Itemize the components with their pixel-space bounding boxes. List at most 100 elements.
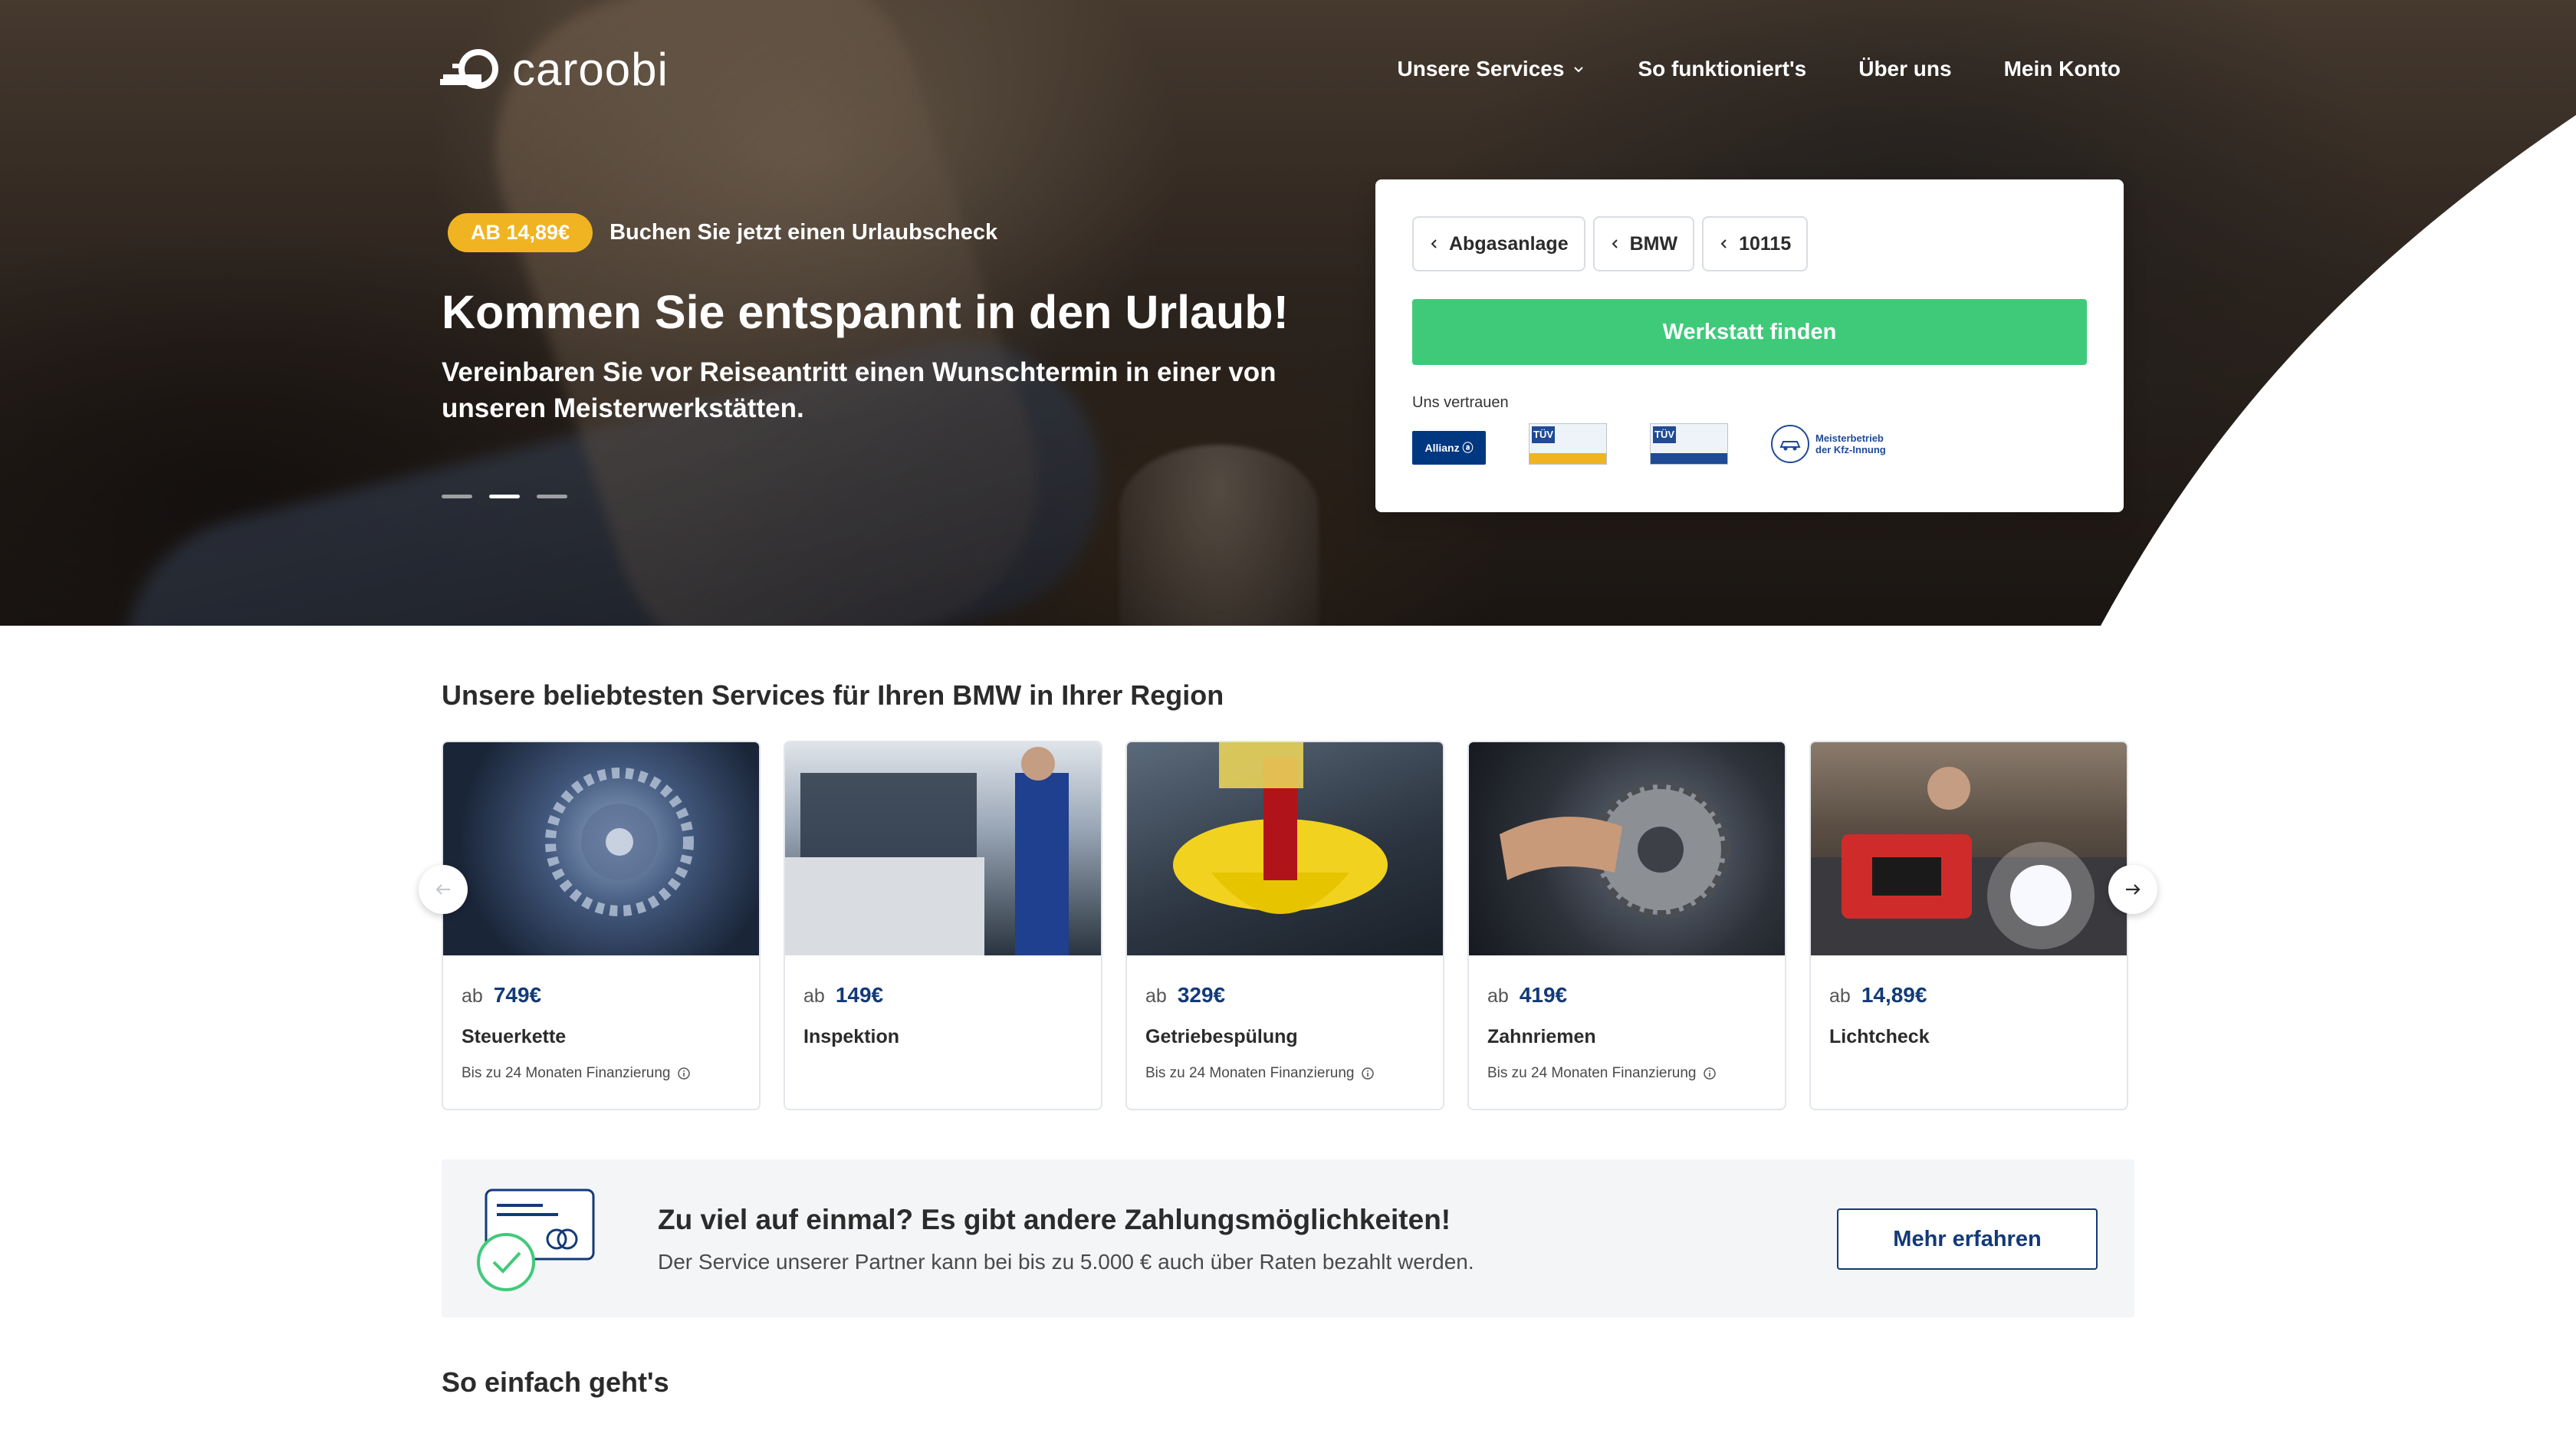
tuv-mark: TÜV: [1532, 426, 1555, 443]
info-icon[interactable]: [1703, 1067, 1717, 1080]
finance-text: Bis zu 24 Monaten Finanzierung: [462, 1065, 671, 1081]
service-card-getriebespuelung[interactable]: ab 329€ Getriebespülung Bis zu 24 Monate…: [1125, 741, 1444, 1110]
finance-note: Bis zu 24 Monaten Finanzierung: [1487, 1065, 1766, 1082]
nav-label: So funktioniert's: [1638, 57, 1807, 81]
price-value: 14,89€: [1861, 983, 1927, 1007]
service-image: [443, 742, 759, 955]
service-name: Steuerkette: [462, 1026, 567, 1047]
search-chips: Abgasanlage BMW 10115: [1412, 216, 1809, 271]
chip-label: Abgasanlage: [1449, 232, 1569, 255]
price-value: 419€: [1519, 983, 1568, 1007]
service-name: Getriebespülung: [1145, 1026, 1298, 1047]
service-card-inspektion[interactable]: ab 149€ Inspektion: [784, 741, 1102, 1110]
chevron-left-icon: [1720, 239, 1727, 248]
mechanic-illustration: [785, 747, 1069, 955]
finance-text: Bis zu 24 Monaten Finanzierung: [1487, 1065, 1697, 1081]
timing-belt-illustration: [1500, 780, 1730, 919]
price-row: ab 149€: [803, 983, 1083, 1008]
payment-subtitle: Der Service unserer Partner kann bei bis…: [658, 1250, 1474, 1274]
finance-note: Bis zu 24 Monaten Finanzierung: [462, 1065, 741, 1082]
caroobi-logo[interactable]: caroobi: [440, 44, 669, 95]
nav-so-funktionierts[interactable]: So funktioniert's: [1638, 57, 1806, 81]
info-icon[interactable]: [1361, 1067, 1375, 1080]
nav-unsere-services[interactable]: Unsere Services: [1398, 57, 1586, 81]
service-name: Inspektion: [803, 1026, 900, 1047]
main-nav: Unsere Services So funktioniert's Über u…: [1398, 57, 2121, 81]
tuv-seal: TÜV: [1650, 423, 1728, 465]
tuv-logo: TÜV: [1529, 423, 1607, 465]
service-image: [1469, 742, 1785, 955]
nav-ueber-uns[interactable]: Über uns: [1858, 57, 1951, 81]
service-image: [785, 742, 1101, 955]
nav-label: Über uns: [1858, 57, 1952, 81]
chain-gear-illustration: [545, 768, 694, 916]
service-name: Lichtcheck: [1829, 1026, 1930, 1047]
slider-dot[interactable]: [537, 495, 567, 498]
car-seal-icon: [1771, 425, 1809, 463]
slider-dots: [442, 495, 567, 498]
price-badge: AB 14,89€: [448, 213, 593, 252]
tuv-mark: TÜV: [1653, 426, 1676, 443]
hero-title: Kommen Sie entspannt in den Urlaub!: [442, 286, 1289, 338]
chip-label: BMW: [1629, 232, 1678, 255]
hero-subtitle: Vereinbaren Sie vor Reiseantritt einen W…: [442, 357, 1276, 423]
nav-mein-konto[interactable]: Mein Konto: [2004, 57, 2121, 81]
meisterbetrieb-logo: Meisterbetrieb der Kfz-Innung: [1771, 425, 1900, 463]
tuv-seal-bar: [1651, 453, 1727, 464]
promo-text[interactable]: Buchen Sie jetzt einen Urlaubscheck: [610, 220, 997, 245]
nav-label: Mein Konto: [2003, 57, 2121, 81]
arrow-right-icon: [2126, 884, 2141, 895]
allianz-logo-mark: Allianz ⓐ: [1412, 431, 1486, 465]
price-value: 329€: [1177, 983, 1226, 1007]
price-row: ab 749€: [462, 983, 741, 1008]
find-workshop-button[interactable]: Werkstatt finden: [1412, 299, 2087, 365]
price-prefix: ab: [803, 985, 825, 1007]
headlight-check-illustration: [1811, 767, 2127, 955]
price-row: ab 419€: [1487, 983, 1766, 1008]
service-image: [1127, 742, 1443, 955]
finance-note: Bis zu 24 Monaten Finanzierung: [1145, 1065, 1424, 1082]
oil-funnel-illustration: [1173, 742, 1388, 914]
chip-brand[interactable]: BMW: [1592, 216, 1695, 271]
caroobi-logo-icon: [440, 49, 498, 89]
price-prefix: ab: [1145, 985, 1167, 1007]
price-prefix: ab: [1487, 985, 1509, 1007]
promo-row: AB 14,89€ Buchen Sie jetzt einen Urlaubs…: [448, 213, 997, 252]
service-card-zahnriemen[interactable]: ab 419€ Zahnriemen Bis zu 24 Monaten Fin…: [1467, 741, 1786, 1110]
slider-dot-active[interactable]: [489, 495, 520, 498]
arrow-left-icon: [435, 884, 450, 895]
tuv-service-logo: TÜV: [1650, 423, 1728, 465]
service-cards: ab 749€ Steuerkette Bis zu 24 Monaten Fi…: [442, 741, 2128, 1110]
tuv-seal: TÜV: [1529, 423, 1607, 465]
nav-label: Unsere Services: [1397, 57, 1565, 81]
chip-zip[interactable]: 10115: [1702, 216, 1809, 271]
price-value: 149€: [835, 983, 884, 1007]
chip-label: 10115: [1739, 232, 1792, 255]
service-card-lichtcheck[interactable]: ab 14,89€ Lichtcheck: [1809, 741, 2128, 1110]
chevron-left-icon: [1431, 239, 1437, 248]
services-title: Unsere beliebtesten Services für Ihren B…: [442, 679, 1224, 711]
price-value: 749€: [493, 983, 542, 1007]
meisterbetrieb-text: Meisterbetrieb der Kfz-Innung: [1815, 432, 1886, 455]
service-name: Zahnriemen: [1487, 1026, 1596, 1047]
finance-text: Bis zu 24 Monaten Finanzierung: [1145, 1065, 1355, 1081]
tuv-seal-bar: [1530, 453, 1606, 464]
chevron-down-icon: [1574, 67, 1584, 73]
chevron-left-icon: [1612, 239, 1618, 248]
chip-service[interactable]: Abgasanlage: [1412, 216, 1585, 271]
info-icon[interactable]: [677, 1067, 691, 1080]
payment-banner: Zu viel auf einmal? Es gibt andere Zahlu…: [442, 1159, 2134, 1317]
carousel-next-button[interactable]: [2108, 865, 2157, 914]
logo-text: caroobi: [512, 43, 669, 95]
slider-dot[interactable]: [442, 495, 472, 498]
price-row: ab 329€: [1145, 983, 1424, 1008]
carousel-prev-button[interactable]: [419, 865, 468, 914]
how-it-works-title: So einfach geht's: [442, 1366, 669, 1398]
search-card: Abgasanlage BMW 10115 Werkstatt finden U…: [1375, 179, 2124, 512]
trust-logos: Allianz ⓐ TÜV TÜV Meisterbetrieb der Kfz…: [1412, 423, 1900, 465]
service-card-steuerkette[interactable]: ab 749€ Steuerkette Bis zu 24 Monaten Fi…: [442, 741, 761, 1110]
price-prefix: ab: [462, 985, 483, 1007]
more-info-button[interactable]: Mehr erfahren: [1837, 1208, 2098, 1270]
payment-title: Zu viel auf einmal? Es gibt andere Zahlu…: [658, 1204, 1451, 1235]
price-row: ab 14,89€: [1829, 983, 2108, 1008]
